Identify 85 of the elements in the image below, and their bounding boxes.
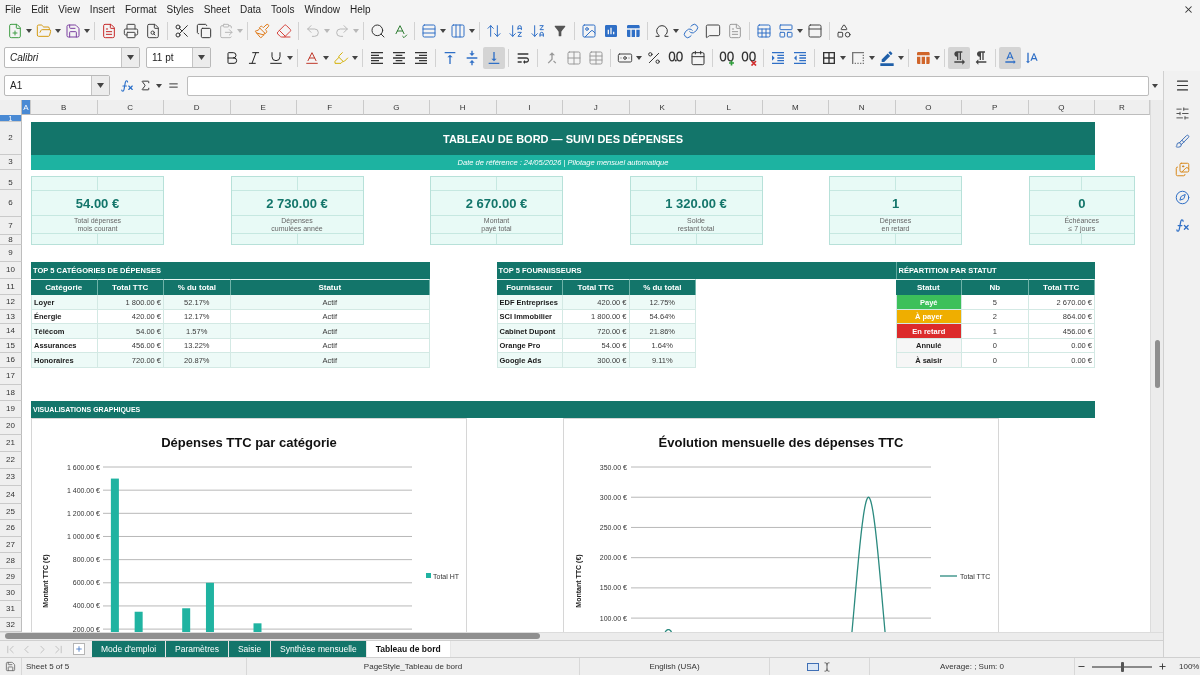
caret-icon[interactable]: [673, 29, 679, 33]
sheet-tab[interactable]: Mode d'emploi: [92, 641, 166, 657]
caret-icon[interactable]: [1152, 83, 1158, 88]
caret-icon[interactable]: [121, 48, 139, 67]
function-icon[interactable]: [119, 77, 135, 94]
table-header: Nb: [962, 279, 1029, 295]
caret-icon[interactable]: [934, 55, 940, 60]
selection-summary: Average: ; Sum: 0: [940, 662, 1004, 671]
save-icon[interactable]: [5, 661, 16, 672]
menu-item[interactable]: File: [0, 3, 27, 15]
caret-icon[interactable]: [26, 29, 32, 33]
kpi-value: 1 320.00 €: [665, 195, 727, 211]
caret-icon[interactable]: [898, 55, 904, 60]
caret-icon[interactable]: [797, 29, 803, 33]
caret-icon[interactable]: [469, 29, 475, 33]
kpi-value: 2 730.00 €: [266, 195, 328, 211]
caret-icon[interactable]: [84, 29, 90, 33]
rectangle-icon[interactable]: [807, 662, 819, 671]
text-cursor-icon[interactable]: [822, 661, 832, 672]
add-sheet-icon[interactable]: [73, 643, 85, 655]
sheet-tab[interactable]: Saisie: [228, 641, 272, 657]
menu-item[interactable]: Sheet: [198, 3, 235, 15]
table-header: Fournisseur: [496, 279, 563, 295]
table-header: % du total: [629, 279, 696, 295]
page-style: PageStyle_Tableau de bord: [363, 662, 463, 671]
name-box-field[interactable]: A1: [4, 75, 110, 96]
table-header: Statut: [230, 279, 430, 295]
legend-swatch-icon: [426, 573, 431, 578]
kpi-value: 2 670.00 €: [465, 195, 528, 211]
left-to-right-icon[interactable]: [948, 46, 970, 69]
row-header[interactable]: 8: [0, 235, 22, 245]
table-header: Total TTC: [97, 279, 164, 295]
caret-icon[interactable]: [440, 29, 446, 33]
sheet-tab[interactable]: Paramètres: [166, 641, 229, 657]
sheet-tab[interactable]: Tableau de bord: [366, 641, 451, 657]
text-horizontal-icon[interactable]: [999, 46, 1021, 69]
font-size-field[interactable]: 11 pt: [146, 47, 211, 68]
legend-line-icon: [939, 575, 958, 577]
caret-icon[interactable]: [156, 83, 162, 88]
sheet-position: Sheet 5 of 5: [26, 662, 70, 671]
scrollbar-thumb[interactable]: [1155, 340, 1160, 388]
menu-item[interactable]: Help: [345, 3, 376, 15]
bar: [253, 623, 262, 632]
caret-icon[interactable]: [636, 55, 642, 60]
zoom-in-icon[interactable]: [1158, 662, 1167, 671]
kpi-value: 0: [1078, 195, 1086, 211]
font-name-field[interactable]: Calibri: [4, 47, 140, 68]
caret-icon[interactable]: [287, 55, 293, 60]
bar: [205, 582, 214, 632]
menu-item[interactable]: Format: [119, 3, 162, 15]
caret-icon[interactable]: [840, 55, 846, 60]
menu-item[interactable]: Window: [299, 3, 345, 15]
dashboard-title: TABLEAU DE BORD — SUIVI DES DÉPENSES: [31, 122, 1095, 155]
menu-item[interactable]: Edit: [26, 3, 54, 15]
bar: [134, 611, 143, 632]
chart-title: Dépenses TTC par catégorie: [161, 435, 337, 450]
kpi-value: 54.00 €: [75, 195, 120, 211]
bar: [182, 608, 191, 632]
table-header: Total TTC: [1028, 279, 1095, 295]
menu-item[interactable]: Styles: [161, 3, 199, 15]
caret-icon[interactable]: [55, 29, 61, 33]
caret-icon[interactable]: [869, 55, 875, 60]
menu-item[interactable]: Insert: [84, 3, 120, 15]
vertical-scrollbar[interactable]: [1150, 100, 1163, 632]
table-header: Statut: [895, 279, 962, 295]
table-header: Total TTC: [563, 279, 630, 295]
chart-title: Évolution mensuelle des dépenses TTC: [658, 435, 904, 450]
caret-icon[interactable]: [352, 55, 358, 60]
menu-item[interactable]: Tools: [266, 3, 300, 15]
menu-item[interactable]: View: [53, 3, 85, 15]
caret-icon[interactable]: [192, 48, 210, 67]
table-header: Catégorie: [31, 279, 98, 295]
close-icon[interactable]: [1183, 3, 1194, 15]
caret-icon[interactable]: [91, 76, 109, 95]
formula-input-field[interactable]: [187, 75, 1149, 96]
kpi-value: 1: [891, 195, 900, 211]
language: English (USA): [649, 662, 700, 671]
zoom-level: 100%: [1179, 662, 1200, 671]
align-bottom-icon[interactable]: [483, 46, 505, 69]
menu-item[interactable]: Data: [234, 3, 267, 15]
table-header: % du total: [164, 279, 231, 295]
sheet-tab[interactable]: Synthèse mensuelle: [271, 641, 367, 657]
slider-thumb[interactable]: [1120, 661, 1124, 672]
scrollbar-thumb[interactable]: [5, 633, 540, 639]
caret-icon[interactable]: [323, 55, 329, 60]
